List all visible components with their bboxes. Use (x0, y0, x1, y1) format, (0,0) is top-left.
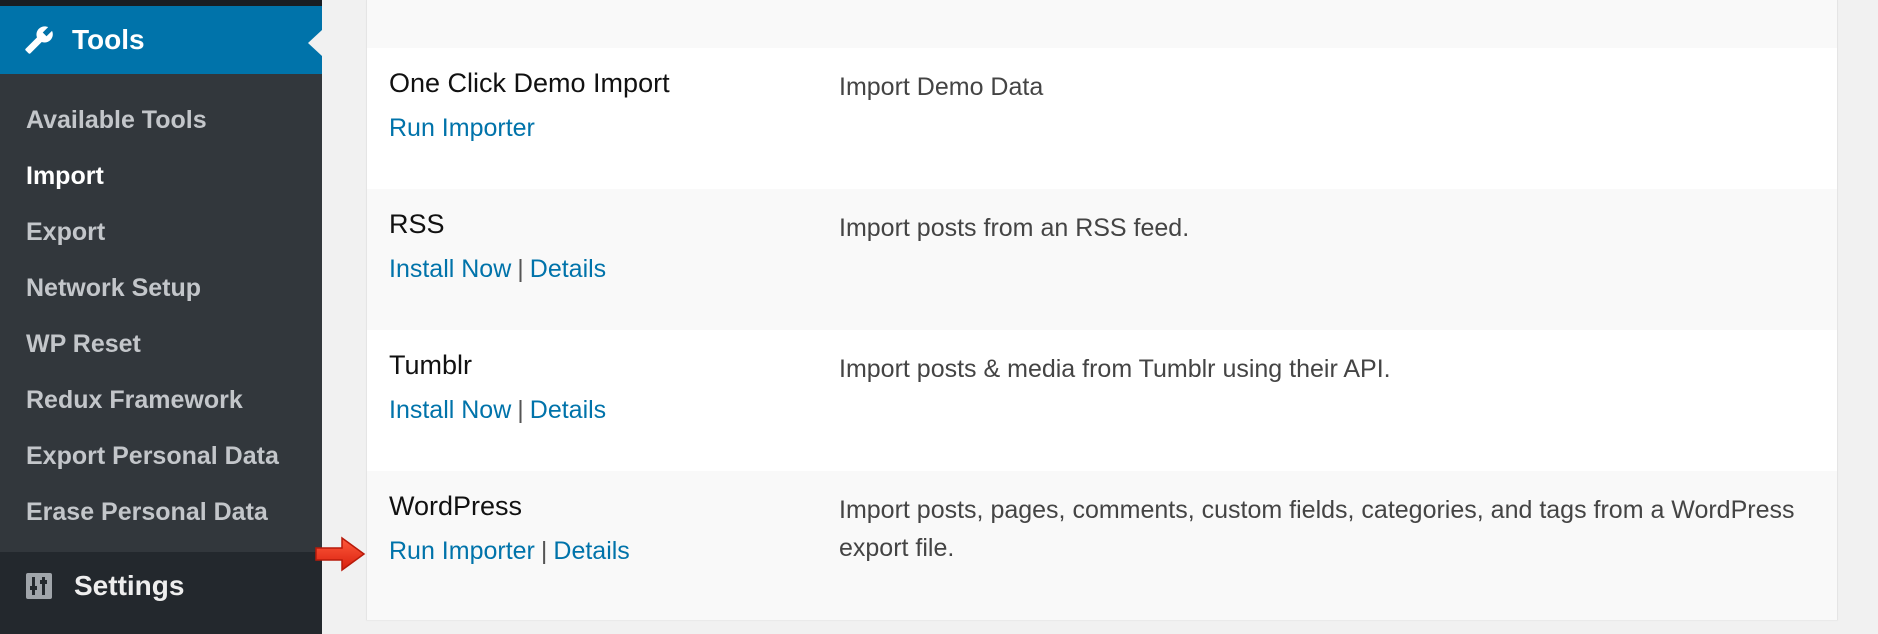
importer-row: RSS Install Now | Details Import posts from … (367, 189, 1837, 330)
install-now-link[interactable]: Install Now (389, 396, 511, 424)
sidebar-item-tools-label: Tools (72, 24, 145, 55)
sidebar-item-tools[interactable]: Tools (0, 6, 322, 74)
importer-description: Import posts from an RSS feed. (839, 214, 1190, 242)
importer-name: One Click Demo Import (389, 68, 670, 98)
importer-description: Import Demo Data (839, 73, 1044, 101)
importer-actions: Install Now | Details (389, 396, 606, 425)
importer-row-partial (367, 0, 1837, 48)
sliders-icon (26, 573, 52, 599)
importer-actions: Run Importer | Details (389, 537, 630, 566)
submenu-item-available-tools[interactable]: Available Tools (0, 92, 322, 148)
red-arrow-icon (315, 536, 366, 572)
submenu-item-import[interactable]: Import (0, 148, 322, 204)
run-importer-link[interactable]: Run Importer (389, 114, 535, 142)
wrench-icon (22, 23, 56, 57)
details-link[interactable]: Details (553, 537, 629, 565)
importer-name: RSS (389, 209, 445, 239)
run-importer-link[interactable]: Run Importer (389, 537, 535, 565)
importer-name: WordPress (389, 491, 523, 521)
submenu-item-erase-personal-data[interactable]: Erase Personal Data (0, 484, 322, 540)
importers-table: One Click Demo Import Run Importer Import … (366, 0, 1838, 620)
submenu-item-export-personal-data[interactable]: Export Personal Data (0, 428, 322, 484)
action-separator: | (517, 255, 524, 283)
submenu-item-wp-reset[interactable]: WP Reset (0, 316, 322, 372)
action-separator: | (540, 537, 548, 565)
importer-description: Import posts & media from Tumblr using t… (839, 355, 1391, 383)
importer-row: Tumblr Install Now | Details Import posts & … (367, 330, 1837, 471)
install-now-link[interactable]: Install Now (389, 255, 511, 283)
importer-actions: Install Now | Details (389, 255, 606, 284)
importer-row: One Click Demo Import Run Importer Import … (367, 48, 1837, 189)
submenu-item-export[interactable]: Export (0, 204, 322, 260)
importer-name: Tumblr (389, 350, 473, 380)
sidebar-item-settings[interactable]: Settings (0, 552, 322, 620)
tools-submenu: Available Tools Import Export Network Setup… (0, 74, 322, 552)
sidebar-item-settings-label: Settings (74, 570, 185, 601)
action-separator: | (517, 396, 524, 424)
current-menu-pointer (308, 30, 322, 56)
importer-description: Import posts, pages, comments, custom fi… (839, 496, 1795, 562)
importer-actions: Run Importer (389, 114, 535, 143)
details-link[interactable]: Details (530, 255, 606, 283)
submenu-item-network-setup[interactable]: Network Setup (0, 260, 322, 316)
admin-sidebar: Tools Available Tools Import Export Network… (0, 0, 322, 634)
importer-row: WordPress Run Importer | Details Import post… (367, 471, 1837, 620)
submenu-item-redux-framework[interactable]: Redux Framework (0, 372, 322, 428)
details-link[interactable]: Details (530, 396, 606, 424)
